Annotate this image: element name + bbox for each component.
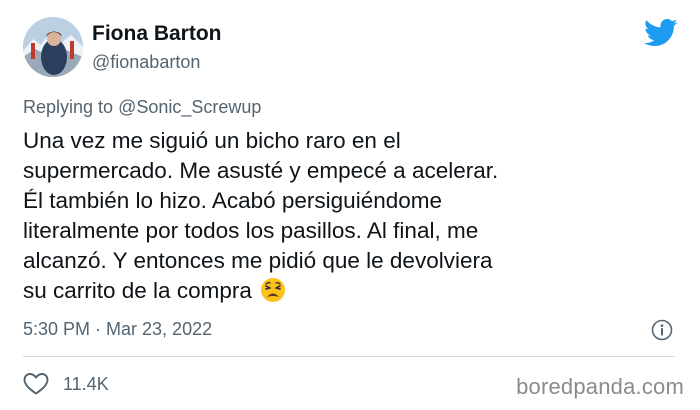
tweet-card: Fiona Barton @fionabarton Replying to @S… — [0, 0, 700, 410]
weary-face-emoji — [260, 277, 286, 311]
tweet-text-line: literalmente por todos los pasillos. Al … — [23, 218, 479, 243]
divider — [23, 356, 675, 357]
tweet-text-line: supermercado. Me asusté y empecé a acele… — [23, 158, 499, 183]
replying-to-prefix: Replying to — [23, 97, 119, 117]
avatar[interactable] — [23, 17, 83, 77]
reply-mention-link[interactable]: @Sonic_Screwup — [118, 97, 261, 117]
tweet-text: Una vez me siguió un bicho raro en el su… — [23, 126, 663, 311]
tweet-text-line: su carrito de la compra — [23, 278, 252, 303]
tweet-timestamp[interactable]: 5:30 PM · Mar 23, 2022 — [23, 319, 212, 340]
info-icon[interactable] — [651, 319, 673, 341]
like-count: 11.4K — [63, 373, 109, 394]
tweet-text-line-last: su carrito de la compra — [23, 276, 663, 311]
tweet-text-line: Una vez me siguió un bicho raro en el — [23, 128, 401, 153]
watermark: boredpanda.com — [516, 374, 684, 399]
heart-icon[interactable] — [23, 372, 49, 396]
tweet-text-line: Él también lo hizo. Acabó persiguiéndome — [23, 188, 443, 213]
tweet-text-line: alcanzó. Y entonces me pidió que le devo… — [23, 248, 493, 273]
replying-to: Replying to @Sonic_Screwup — [23, 97, 261, 118]
author-name[interactable]: Fiona Barton — [92, 22, 222, 46]
like-button[interactable]: 11.4K — [23, 372, 109, 396]
author-handle[interactable]: @fionabarton — [92, 52, 200, 73]
twitter-bird-icon[interactable] — [644, 18, 678, 48]
